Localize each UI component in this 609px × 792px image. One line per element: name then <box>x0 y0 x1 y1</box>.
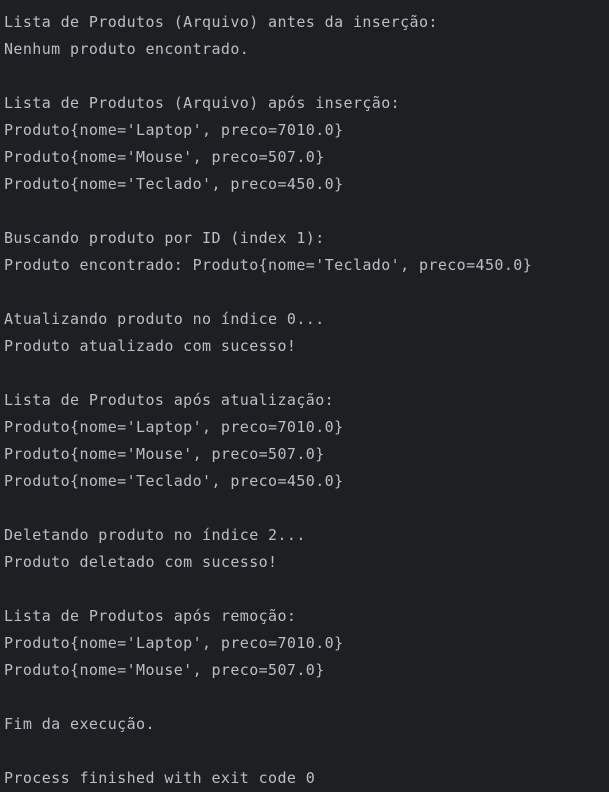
console-line: Produto{nome='Laptop', preco=7010.0} <box>4 121 344 139</box>
console-line: Lista de Produtos (Arquivo) após inserçã… <box>4 94 401 112</box>
console-line: Produto{nome='Mouse', preco=507.0} <box>4 661 325 679</box>
console-line: Nenhum produto encontrado. <box>4 40 250 58</box>
console-line: Produto{nome='Teclado', preco=450.0} <box>4 175 344 193</box>
console-line: Produto{nome='Mouse', preco=507.0} <box>4 445 325 463</box>
console-line: Produto{nome='Laptop', preco=7010.0} <box>4 418 344 436</box>
console-line: Atualizando produto no índice 0... <box>4 310 325 328</box>
console-line: Fim da execução. <box>4 715 155 733</box>
console-line: Lista de Produtos após atualização: <box>4 391 335 409</box>
console-line: Lista de Produtos (Arquivo) antes da ins… <box>4 13 438 31</box>
console-output[interactable]: Lista de Produtos (Arquivo) antes da ins… <box>0 0 609 790</box>
console-line: Produto deletado com sucesso! <box>4 553 278 571</box>
console-line: Deletando produto no índice 2... <box>4 526 306 544</box>
console-line: Produto atualizado com sucesso! <box>4 337 297 355</box>
console-line: Lista de Produtos após remoção: <box>4 607 297 625</box>
console-line: Buscando produto por ID (index 1): <box>4 229 325 247</box>
console-line: Produto{nome='Laptop', preco=7010.0} <box>4 634 344 652</box>
console-line: Produto{nome='Mouse', preco=507.0} <box>4 148 325 166</box>
console-line: Produto encontrado: Produto{nome='Teclad… <box>4 256 533 274</box>
exit-status-line: Process finished with exit code 0 <box>4 769 316 787</box>
console-line: Produto{nome='Teclado', preco=450.0} <box>4 472 344 490</box>
